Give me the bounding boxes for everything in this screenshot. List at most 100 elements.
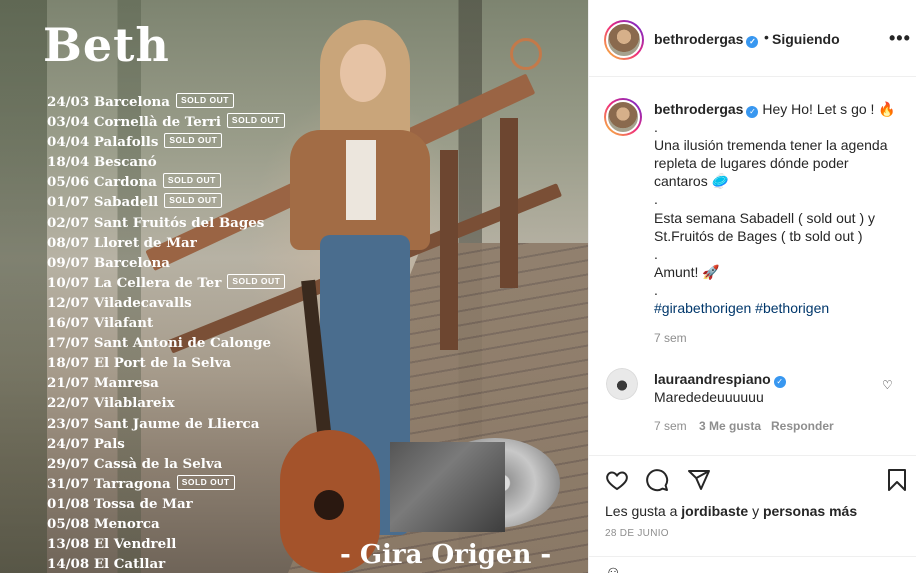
more-options-icon[interactable]: ••• xyxy=(889,28,911,49)
tour-date-text: 09/07 Barcelona xyxy=(47,254,170,271)
caption-line: Esta semana Sabadell ( sold out ) y St.F… xyxy=(654,209,876,244)
caption-line: . xyxy=(654,119,658,136)
sold-out-badge: SOLD OUT xyxy=(227,273,286,289)
post-actions: Les gusta a jordibaste y personas más 28… xyxy=(589,455,916,573)
tour-date-item: 03/04 Cornellà de Terri SOLD OUT xyxy=(47,112,285,132)
heart-icon[interactable] xyxy=(605,468,629,497)
tour-date-item: 18/04 Bescanó xyxy=(47,152,285,172)
comment-like-icon[interactable]: ♡ xyxy=(882,378,893,392)
author-avatar[interactable] xyxy=(604,20,644,60)
tour-date-item: 16/07 Vilafant xyxy=(47,313,285,333)
post-sidebar: bethrodergas ✓ • Siguiendo ••• bethroderg… xyxy=(588,0,916,573)
tour-date-item: 10/07 La Cellera de Ter SOLD OUT xyxy=(47,273,286,293)
caption-time[interactable]: 7 sem xyxy=(654,331,687,345)
emoji-icon[interactable]: ☺ xyxy=(605,564,621,573)
tour-date-text: 17/07 Sant Antoni de Calonge xyxy=(47,335,271,352)
verified-icon: ✓ xyxy=(746,106,759,118)
tour-date-text: 23/07 Sant Jaume de Llierca xyxy=(47,415,260,432)
tour-date-text: 12/07 Viladecavalls xyxy=(47,294,192,311)
post-image[interactable]: Beth 24/03 Barcelona SOLD OUT 03/04 Cornel… xyxy=(0,0,588,573)
caption-line: Hey Ho! Let s go ! 🔥 xyxy=(762,101,896,117)
comment-likes[interactable]: 3 Me gusta xyxy=(699,419,761,433)
tour-date-text: 24/07 Pals xyxy=(47,435,125,452)
caption-username[interactable]: bethrodergas xyxy=(654,101,743,117)
tour-dates-list: 24/03 Barcelona SOLD OUT 03/04 Cornellà de… xyxy=(47,92,286,573)
bookmark-icon[interactable] xyxy=(885,468,909,497)
hashtags-link[interactable]: #girabethorigen #bethorigen xyxy=(654,300,829,316)
tour-date-text: 05/08 Menorca xyxy=(47,515,160,532)
bridge-post xyxy=(440,150,458,350)
caption-line: . xyxy=(654,191,658,208)
album-cd xyxy=(390,438,560,533)
tour-date-text: 24/03 Barcelona xyxy=(47,94,170,110)
comments-section: bethrodergas ✓ Hey Ho! Let s go ! 🔥 . Una… xyxy=(589,78,916,454)
tour-date-item: 18/07 El Port de la Selva xyxy=(47,353,285,373)
commenter-avatar[interactable] xyxy=(606,368,638,400)
comment-text: Marededeuuuuuu xyxy=(654,389,764,405)
tour-date-text: 03/04 Cornellà de Terri xyxy=(47,114,221,131)
liker-username[interactable]: jordibaste xyxy=(681,503,748,519)
tour-date-text: 01/08 Tossa de Mar xyxy=(47,495,193,512)
sold-out-badge: SOLD OUT xyxy=(164,133,223,149)
tour-date-text: 10/07 La Cellera de Ter xyxy=(47,274,222,291)
caption-line: . xyxy=(654,281,658,298)
logo-icon xyxy=(510,38,542,70)
tour-date-text: 01/07 Sabadell xyxy=(47,194,159,211)
tour-date-item: 17/07 Sant Antoni de Calonge xyxy=(47,333,285,353)
add-comment-bar[interactable]: ☺ xyxy=(589,556,916,573)
verified-icon: ✓ xyxy=(773,376,786,388)
tour-date-item: 24/03 Barcelona SOLD OUT xyxy=(47,92,285,112)
tour-date-text: 22/07 Vilablareix xyxy=(47,395,175,412)
guitar xyxy=(280,279,390,573)
sold-out-badge: SOLD OUT xyxy=(162,173,221,189)
caption: bethrodergas ✓ Hey Ho! Let s go ! 🔥 . Una… xyxy=(654,100,902,317)
reply-button[interactable]: Responder xyxy=(771,419,834,433)
verified-icon: ✓ xyxy=(746,36,759,48)
tour-date-item: 31/07 Tarragona SOLD OUT xyxy=(47,474,285,494)
comment-icon[interactable] xyxy=(645,468,669,497)
tour-date-text: 08/07 Lloret de Mar xyxy=(47,234,197,251)
author-username[interactable]: bethrodergas ✓ xyxy=(654,31,759,48)
tour-date-text: 02/07 Sant Fruitós del Bages xyxy=(47,214,265,231)
cd-sleeve xyxy=(390,442,505,532)
tour-date-item: 13/08 El Vendrell xyxy=(47,534,285,554)
others-likes-link[interactable]: personas más xyxy=(763,503,857,519)
comment: lauraandrespiano ✓ Marededeuuuuuu xyxy=(654,370,874,406)
tour-date-text: 31/07 Tarragona xyxy=(47,475,171,492)
tour-date-item: 05/06 Cardona SOLD OUT xyxy=(47,172,285,192)
tour-date-text: 21/07 Manresa xyxy=(47,375,159,392)
separator-dot: • xyxy=(764,29,769,45)
tour-date-item: 23/07 Sant Jaume de Llierca xyxy=(47,414,285,434)
tour-date-item: 02/07 Sant Fruitós del Bages xyxy=(47,213,285,233)
guitar-neck xyxy=(301,279,333,451)
bridge-post xyxy=(500,118,518,288)
tour-date-text: 04/04 Palafolls xyxy=(47,134,159,151)
tour-name: - Gira Origen - xyxy=(340,540,552,570)
caption-line: . xyxy=(654,245,658,262)
caption-line: Amunt! 🚀 xyxy=(654,263,720,280)
tour-date-text: 16/07 Vilafant xyxy=(47,315,154,332)
sold-out-badge: SOLD OUT xyxy=(226,113,285,129)
comment-time[interactable]: 7 sem xyxy=(654,419,687,433)
poster-title: Beth xyxy=(43,18,170,72)
commenter-username[interactable]: lauraandrespiano xyxy=(654,371,771,387)
tour-date-item: 12/07 Viladecavalls xyxy=(47,293,285,313)
post-header: bethrodergas ✓ • Siguiendo ••• xyxy=(589,0,916,77)
tour-date-item: 09/07 Barcelona xyxy=(47,253,285,273)
sold-out-badge: SOLD OUT xyxy=(164,193,223,209)
tour-date-text: 14/08 El Catllar xyxy=(47,556,166,573)
tour-date-text: 18/07 El Port de la Selva xyxy=(47,355,232,372)
shirt xyxy=(346,140,376,220)
post-date[interactable]: 28 DE JUNIO xyxy=(605,528,669,539)
sold-out-badge: SOLD OUT xyxy=(176,474,235,490)
tour-date-item: 04/04 Palafolls SOLD OUT xyxy=(47,132,285,152)
tour-date-item: 01/07 Sabadell SOLD OUT xyxy=(47,192,285,212)
tour-date-item: 22/07 Vilablareix xyxy=(47,393,285,413)
tour-date-item: 08/07 Lloret de Mar xyxy=(47,233,285,253)
share-icon[interactable] xyxy=(687,468,711,497)
caption-author-avatar[interactable] xyxy=(604,98,642,136)
tour-date-item: 05/08 Menorca xyxy=(47,514,285,534)
following-button[interactable]: Siguiendo xyxy=(772,31,840,47)
tour-date-item: 21/07 Manresa xyxy=(47,373,285,393)
tour-date-item: 29/07 Cassà de la Selva xyxy=(47,454,285,474)
